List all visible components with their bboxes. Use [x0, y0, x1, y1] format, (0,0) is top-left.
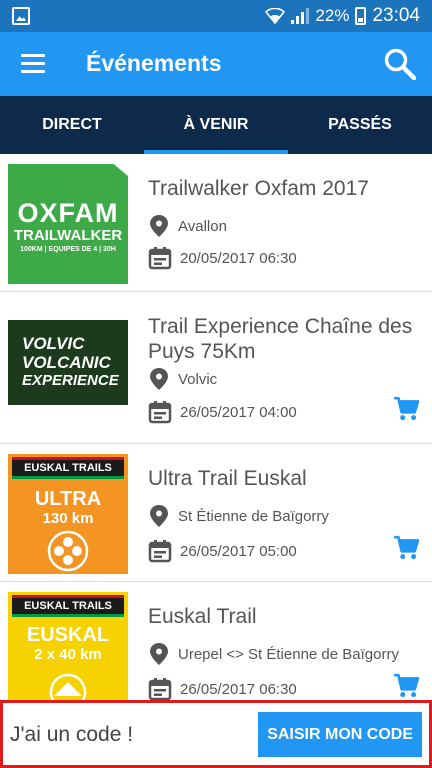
location-pin-icon: [150, 215, 168, 237]
battery-percent: 22%: [315, 6, 350, 25]
logo-text: 100KM | EQUIPES DE 4 | 30H: [20, 246, 116, 253]
event-list[interactable]: OXFAM TRAILWALKER 100KM | EQUIPES DE 4 |…: [0, 154, 432, 700]
event-logo-ultra-trail-euskal: EUSKAL TRAILS ULTRA 130 km: [8, 454, 128, 574]
tab-direct[interactable]: DIRECT: [0, 96, 144, 154]
event-location-text: Avallon: [178, 217, 227, 235]
logo-text: VOLVIC: [22, 334, 85, 353]
event-location: Urepel <> St Étienne de Baïgorry: [148, 642, 399, 666]
code-entry-bar: J'ai un code ! SAISIR MON CODE: [0, 700, 432, 768]
calendar-icon: [148, 247, 172, 270]
page-title: Événements: [86, 50, 222, 76]
event-location-text: St Étienne de Baïgorry: [178, 507, 329, 525]
event-title: Euskal Trail: [148, 605, 257, 628]
event-date-text: 20/05/2017 06:30: [180, 249, 297, 267]
logo-text: EUSKAL: [26, 624, 110, 646]
shopping-cart-icon[interactable]: [393, 535, 419, 561]
wifi-icon: [265, 8, 286, 24]
shopping-cart-icon[interactable]: [393, 396, 419, 422]
location-pin-icon: [150, 368, 168, 390]
event-date: 20/05/2017 06:30: [148, 246, 297, 270]
lauburu-icon: [47, 530, 89, 572]
location-pin-icon: [150, 643, 168, 665]
event-date-text: 26/05/2017 05:00: [180, 542, 297, 560]
event-title: Trail Experience Chaîne des Puys 75Km: [148, 315, 413, 363]
event-logo-euskal-trail: EUSKAL TRAILS EUSKAL 2 x 40 km: [8, 592, 128, 700]
calendar-icon: [148, 678, 172, 700]
event-location-text: Urepel <> St Étienne de Baïgorry: [178, 645, 399, 663]
event-location: Volvic: [148, 367, 217, 391]
event-title: Trailwalker Oxfam 2017: [148, 177, 369, 200]
event-date-text: 26/05/2017 06:30: [180, 680, 297, 698]
logo-text: 2 x 40 km: [34, 646, 102, 663]
logo-text: VOLCANIC: [22, 353, 111, 372]
event-item[interactable]: EUSKAL TRAILS ULTRA 130 km Ultra Trail E…: [0, 444, 432, 582]
logo-text: EXPERIENCE: [22, 372, 119, 389]
tab-a-venir[interactable]: À VENIR: [144, 96, 288, 154]
shell-logo-icon: [49, 673, 87, 700]
event-date: 26/05/2017 06:30: [148, 677, 297, 700]
logo-text: 130 km: [42, 510, 94, 527]
event-location: St Étienne de Baïgorry: [148, 504, 329, 528]
event-item[interactable]: EUSKAL TRAILS EUSKAL 2 x 40 km Euskal Tr…: [0, 582, 432, 700]
event-location-text: Volvic: [178, 370, 218, 388]
event-item[interactable]: VOLVIC VOLCANIC EXPERIENCE Trail Experie…: [0, 292, 432, 444]
logo-text: EUSKAL TRAILS: [12, 595, 124, 617]
status-bar: 22% 23:04: [0, 0, 432, 32]
logo-text: EUSKAL TRAILS: [12, 457, 124, 479]
menu-icon[interactable]: [21, 54, 45, 74]
event-logo-volvic: VOLVIC VOLCANIC EXPERIENCE: [8, 320, 128, 405]
enter-code-button[interactable]: SAISIR MON CODE: [258, 712, 422, 757]
shopping-cart-icon[interactable]: [393, 673, 419, 699]
event-logo-oxfam: OXFAM TRAILWALKER 100KM | EQUIPES DE 4 |…: [8, 164, 128, 284]
event-date-text: 26/05/2017 04:00: [180, 403, 297, 421]
app-bar: Événements: [0, 32, 432, 96]
clock: 23:04: [372, 5, 420, 26]
signal-icon: [291, 8, 310, 24]
tab-passes[interactable]: PASSÉS: [288, 96, 432, 154]
gallery-notification-icon: [12, 7, 30, 25]
event-date: 26/05/2017 04:00: [148, 400, 297, 424]
logo-text: TRAILWALKER: [13, 227, 123, 244]
event-location: Avallon: [148, 214, 227, 238]
battery-icon: [355, 7, 367, 25]
search-icon[interactable]: [382, 46, 418, 82]
logo-text: ULTRA: [34, 488, 102, 510]
status-bar-right: 22% 23:04: [265, 0, 420, 32]
calendar-icon: [148, 540, 172, 563]
tab-bar: DIRECT À VENIR PASSÉS: [0, 96, 432, 154]
logo-text: OXFAM: [17, 198, 119, 228]
calendar-icon: [148, 401, 172, 424]
code-label: J'ai un code !: [10, 723, 134, 746]
location-pin-icon: [150, 505, 168, 527]
event-date: 26/05/2017 05:00: [148, 539, 297, 563]
event-title: Ultra Trail Euskal: [148, 467, 307, 490]
event-item[interactable]: OXFAM TRAILWALKER 100KM | EQUIPES DE 4 |…: [0, 154, 432, 292]
